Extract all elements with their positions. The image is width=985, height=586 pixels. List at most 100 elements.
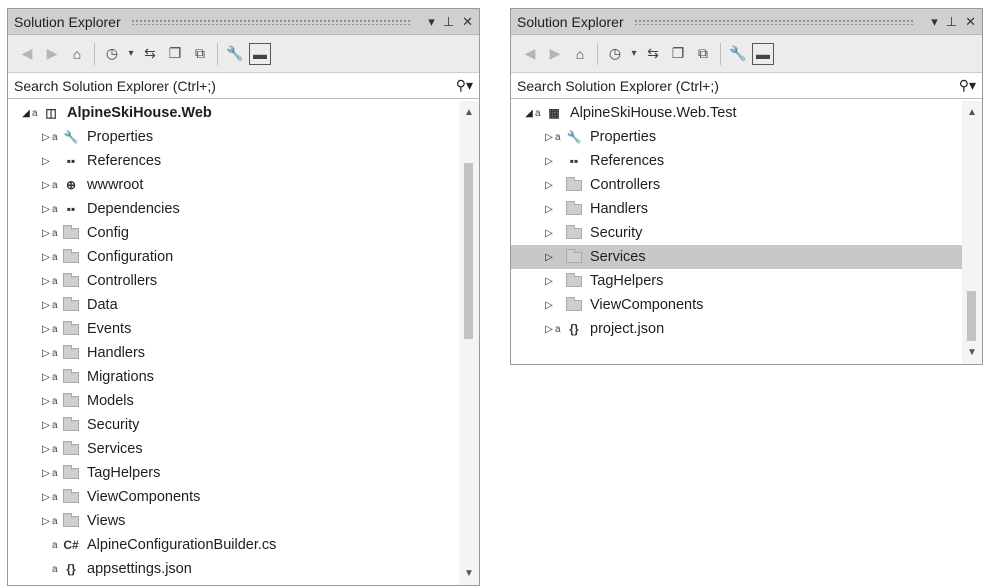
tree-item[interactable]: ◢ a ◫ AlpineSkiHouse.Web	[8, 101, 459, 125]
collapsed-arrow-icon[interactable]: ▷	[543, 132, 555, 143]
tree-item[interactable]: ▷ a Config	[8, 221, 459, 245]
preview-icon[interactable]: ▬	[249, 42, 271, 65]
collapsed-arrow-icon[interactable]: ▷	[40, 252, 52, 263]
collapsed-arrow-icon[interactable]: ▷	[40, 516, 52, 527]
pin-icon[interactable]: ⊥	[946, 15, 957, 28]
chevron-down-icon[interactable]: ▾	[126, 43, 136, 65]
scroll-thumb[interactable]	[464, 163, 473, 339]
expanded-arrow-icon[interactable]: ◢	[523, 108, 535, 119]
back-icon[interactable]: ◀	[519, 43, 541, 65]
tree-item[interactable]: ▷ a Data	[8, 293, 459, 317]
tree-item[interactable]: ▷ Services	[511, 245, 962, 269]
collapsed-arrow-icon[interactable]: ▷	[40, 420, 52, 431]
collapsed-arrow-icon[interactable]: ▷	[543, 180, 555, 191]
search-icon[interactable]: ⚲▾	[456, 77, 473, 94]
tree-item[interactable]: ▷ ViewComponents	[511, 293, 962, 317]
scroll-up-icon[interactable]: ▲	[962, 107, 982, 118]
vertical-scrollbar[interactable]: ▲ ▼	[459, 101, 479, 585]
collapsed-arrow-icon[interactable]: ▷	[40, 348, 52, 359]
tree-item[interactable]: ▷ ▪▪ References	[511, 149, 962, 173]
collapsed-arrow-icon[interactable]: ▷	[543, 252, 555, 263]
vertical-scrollbar[interactable]: ▲ ▼	[962, 101, 982, 364]
collapsed-arrow-icon[interactable]: ▷	[40, 276, 52, 287]
tree-item[interactable]: ▷ a Models	[8, 389, 459, 413]
collapsed-arrow-icon[interactable]: ▷	[543, 300, 555, 311]
collapsed-arrow-icon[interactable]: ▷	[40, 204, 52, 215]
search-input[interactable]	[517, 77, 955, 94]
pin-icon[interactable]: ⊥	[443, 15, 454, 28]
tree-item[interactable]: ▷ a 🔧 Properties	[511, 125, 962, 149]
back-icon[interactable]: ◀	[16, 43, 38, 65]
tree-item[interactable]: ▷ a Security	[8, 413, 459, 437]
tree-item[interactable]: a C# AlpineConfigurationBuilder.cs	[8, 533, 459, 557]
scroll-down-icon[interactable]: ▼	[962, 347, 982, 358]
collapse-all-icon[interactable]: ❐	[667, 43, 689, 65]
tree-item[interactable]: ▷ a TagHelpers	[8, 461, 459, 485]
history-icon[interactable]: ◷	[604, 43, 626, 65]
dropdown-arrow-icon[interactable]: ▾	[931, 15, 938, 28]
scroll-thumb[interactable]	[967, 291, 976, 341]
tree-item[interactable]: ▷ Handlers	[511, 197, 962, 221]
tree-item[interactable]: ▷ a 🔧 Properties	[8, 125, 459, 149]
collapsed-arrow-icon[interactable]: ▷	[40, 300, 52, 311]
scroll-up-icon[interactable]: ▲	[459, 107, 479, 118]
search-icon[interactable]: ⚲▾	[959, 77, 976, 94]
collapsed-arrow-icon[interactable]: ▷	[40, 180, 52, 191]
expanded-arrow-icon[interactable]: ◢	[20, 108, 32, 119]
collapsed-arrow-icon[interactable]: ▷	[543, 156, 555, 167]
collapsed-arrow-icon[interactable]: ▷	[40, 492, 52, 503]
collapsed-arrow-icon[interactable]: ▷	[40, 324, 52, 335]
chevron-down-icon[interactable]: ▾	[629, 43, 639, 65]
tree-item[interactable]: ▷ Security	[511, 221, 962, 245]
dropdown-arrow-icon[interactable]: ▾	[428, 15, 435, 28]
show-all-files-icon[interactable]: ⧉	[189, 43, 211, 65]
collapsed-arrow-icon[interactable]: ▷	[543, 324, 555, 335]
collapsed-arrow-icon[interactable]: ▷	[543, 276, 555, 287]
tree-item[interactable]: ▷ a ▪▪ Dependencies	[8, 197, 459, 221]
collapsed-arrow-icon[interactable]: ▷	[40, 228, 52, 239]
tree-item[interactable]: ◢ a ▦ AlpineSkiHouse.Web.Test	[511, 101, 962, 125]
tree-item[interactable]: ▷ a ViewComponents	[8, 485, 459, 509]
search-input[interactable]	[14, 77, 452, 94]
home-icon[interactable]: ⌂	[569, 43, 591, 65]
collapsed-arrow-icon[interactable]: ▷	[40, 372, 52, 383]
tree-item[interactable]: ▷ a Services	[8, 437, 459, 461]
collapsed-arrow-icon[interactable]: ▷	[40, 444, 52, 455]
tree-item[interactable]: ▷ a Views	[8, 509, 459, 533]
tree-item[interactable]: ▷ a Migrations	[8, 365, 459, 389]
collapse-all-icon[interactable]: ❐	[164, 43, 186, 65]
home-icon[interactable]: ⌂	[66, 43, 88, 65]
collapsed-arrow-icon[interactable]: ▷	[543, 204, 555, 215]
wrench-icon[interactable]: 🔧	[224, 43, 246, 65]
collapsed-arrow-icon[interactable]: ▷	[40, 468, 52, 479]
title-bar[interactable]: Solution Explorer ▾ ⊥ ✕	[8, 9, 479, 35]
collapsed-arrow-icon[interactable]: ▷	[40, 156, 52, 167]
title-bar[interactable]: Solution Explorer ▾ ⊥ ✕	[511, 9, 982, 35]
tree-item[interactable]: ▷ TagHelpers	[511, 269, 962, 293]
drag-grip[interactable]	[130, 18, 411, 25]
tree-item[interactable]: ▷ ▪▪ References	[8, 149, 459, 173]
tree-item[interactable]: ▷ a {} project.json	[511, 317, 962, 341]
wrench-icon[interactable]: 🔧	[727, 43, 749, 65]
sync-icon[interactable]: ⇆	[139, 43, 161, 65]
tree-item[interactable]: ▷ a ⊕ wwwroot	[8, 173, 459, 197]
scroll-down-icon[interactable]: ▼	[459, 568, 479, 579]
close-icon[interactable]: ✕	[965, 15, 976, 28]
close-icon[interactable]: ✕	[462, 15, 473, 28]
tree-item[interactable]: ▷ a Handlers	[8, 341, 459, 365]
tree-item[interactable]: ▷ Controllers	[511, 173, 962, 197]
forward-icon[interactable]: ▶	[41, 43, 63, 65]
sync-icon[interactable]: ⇆	[642, 43, 664, 65]
history-icon[interactable]: ◷	[101, 43, 123, 65]
collapsed-arrow-icon[interactable]: ▷	[40, 132, 52, 143]
tree-item[interactable]: ▷ a Controllers	[8, 269, 459, 293]
collapsed-arrow-icon[interactable]: ▷	[543, 228, 555, 239]
tree-item[interactable]: a {} appsettings.json	[8, 557, 459, 581]
tree-item[interactable]: ▷ a Events	[8, 317, 459, 341]
preview-icon[interactable]: ▬	[752, 42, 774, 65]
forward-icon[interactable]: ▶	[544, 43, 566, 65]
drag-grip[interactable]	[633, 18, 914, 25]
tree-item[interactable]: ▷ a Configuration	[8, 245, 459, 269]
show-all-files-icon[interactable]: ⧉	[692, 43, 714, 65]
collapsed-arrow-icon[interactable]: ▷	[40, 396, 52, 407]
